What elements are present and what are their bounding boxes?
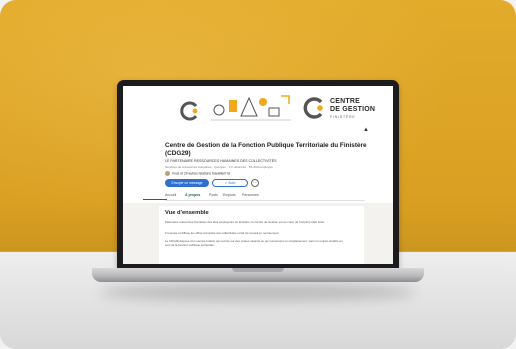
- tab-accueil[interactable]: Accueil: [165, 193, 176, 197]
- tab-emplois[interactable]: Emplois: [223, 193, 235, 197]
- laptop-notch: [232, 268, 284, 272]
- follow-button[interactable]: ✓ Suivi: [212, 179, 248, 187]
- send-message-button[interactable]: Envoyer un message: [165, 179, 209, 187]
- bell-icon[interactable]: ▲: [363, 127, 369, 133]
- laptop-shadow: [100, 283, 416, 301]
- photo-frame: CENTRE DE GESTION FINISTÈRE ▲ Centre de …: [0, 0, 516, 349]
- company-meta: Services de ressources humaines · Quimpe…: [165, 165, 273, 169]
- org-logo-icon: [303, 97, 323, 119]
- laptop-lid: CENTRE DE GESTION FINISTÈRE ▲ Centre de …: [117, 80, 399, 270]
- relations-text: Vous et 29 autres relations travaillent …: [172, 171, 231, 176]
- about-paragraph-2: Il recense et diffuse les offres d'emplo…: [165, 231, 280, 235]
- cover-banner: CENTRE DE GESTION FINISTÈRE: [123, 86, 393, 128]
- laptop-screen: CENTRE DE GESTION FINISTÈRE ▲ Centre de …: [123, 86, 393, 264]
- page-title: Centre de Gestion de la Fonction Publiqu…: [165, 142, 367, 157]
- illustration-icons: [211, 95, 291, 121]
- cdg-logo-icon: [180, 101, 198, 121]
- about-paragraph-1: Partenaire ressources humaines des élus …: [165, 220, 325, 224]
- org-name-line2: DE GESTION: [330, 106, 376, 113]
- about-paragraph-3: Le CDG29 dispose d'un service Intérim qu…: [165, 239, 343, 248]
- tagline: LE PARTENAIRE RESSOURCES HUMAINES DES CO…: [165, 159, 277, 163]
- tab-personnes[interactable]: Personnes: [242, 193, 259, 197]
- laptop-base: [92, 268, 424, 282]
- avatar: [165, 171, 170, 176]
- more-options-button[interactable]: ···: [251, 179, 259, 187]
- org-name-line3: FINISTÈRE: [330, 115, 356, 119]
- section-heading: Vue d'ensemble: [165, 210, 209, 216]
- profile-tabs: Accueil À propos Posts Emplois Personnes: [165, 192, 365, 201]
- tab-a-propos[interactable]: À propos: [185, 193, 200, 197]
- relations-info[interactable]: Vous et 29 autres relations travaillent …: [165, 171, 230, 176]
- org-name-line1: CENTRE: [330, 98, 360, 105]
- tab-posts[interactable]: Posts: [209, 193, 218, 197]
- active-tab-indicator: [143, 199, 167, 201]
